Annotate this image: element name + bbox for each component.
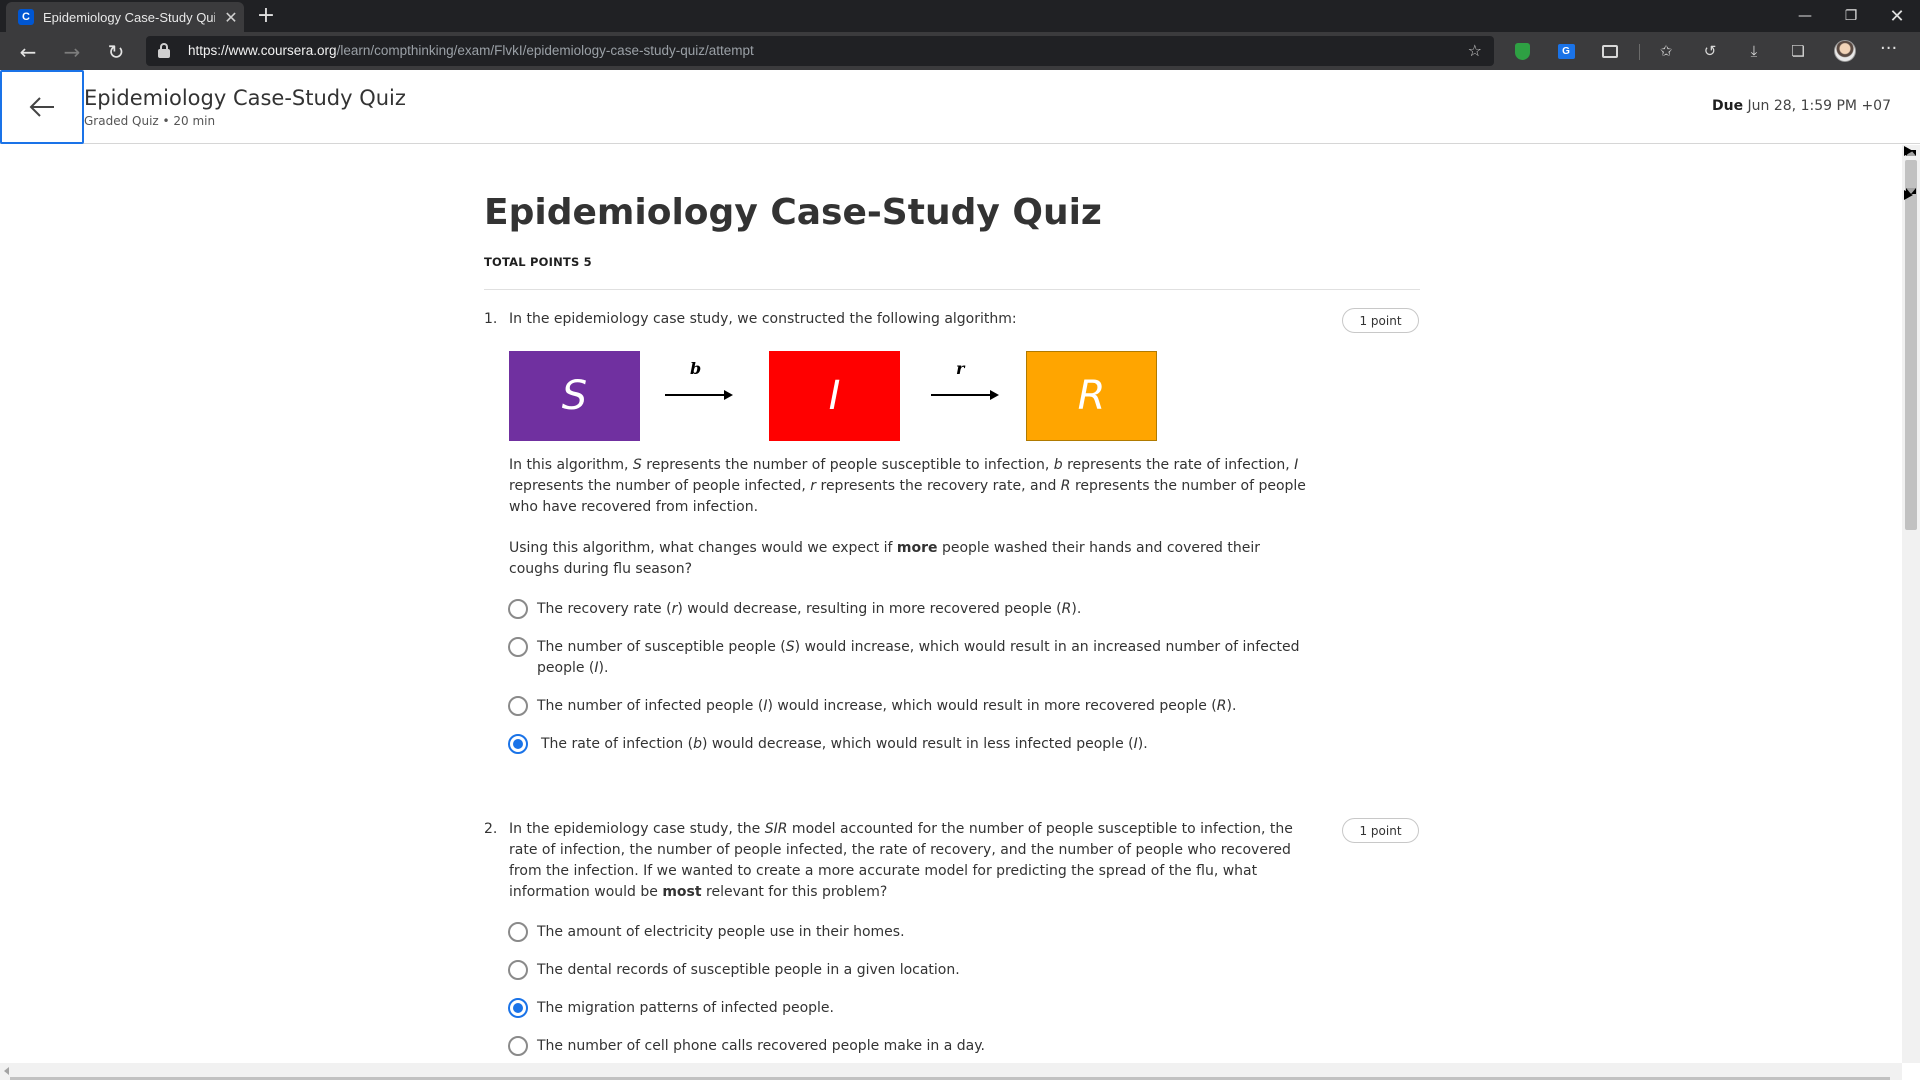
radio-button[interactable]: [508, 1036, 528, 1056]
question-2-prompt: In the epidemiology case study, the SIR …: [509, 821, 1293, 900]
arrow-right-icon: [931, 390, 999, 400]
option-label: The migration patterns of infected peopl…: [537, 1000, 834, 1016]
header-subtitle: Graded Quiz • 20 min: [84, 114, 216, 128]
history-icon[interactable]: ↺: [1700, 41, 1720, 61]
question-1-prompt: In the epidemiology case study, we const…: [509, 311, 1017, 327]
extension-icon[interactable]: [1600, 41, 1620, 61]
browser-tab-active[interactable]: C Epidemiology Case-Study Quiz | ✕: [6, 2, 244, 32]
new-tab-plus-icon[interactable]: +: [254, 4, 278, 28]
radio-button[interactable]: [508, 960, 528, 980]
arrow-label-r: r: [956, 359, 965, 378]
favorites-icon[interactable]: ✩: [1656, 41, 1676, 61]
vertical-scrollbar[interactable]: [1902, 145, 1920, 1063]
scroll-left-icon[interactable]: [4, 1067, 9, 1075]
sir-diagram: S b I r R: [509, 351, 1159, 441]
option-label: The number of susceptible people (S) wou…: [537, 639, 1300, 676]
address-bar[interactable]: https://www.coursera.org/learn/compthink…: [146, 36, 1494, 66]
radio-button-selected[interactable]: [508, 998, 528, 1018]
radio-button-selected[interactable]: [508, 734, 528, 754]
scroll-down-icon[interactable]: [1904, 188, 1916, 200]
question-1-points-badge: 1 point: [1342, 308, 1419, 333]
arrow-left-icon: [29, 97, 54, 117]
lock-icon[interactable]: [158, 43, 170, 59]
favorite-star-icon[interactable]: ☆: [1468, 41, 1482, 60]
scrollbar-thumb[interactable]: [1905, 160, 1917, 530]
radio-button[interactable]: [508, 637, 528, 657]
browser-toolbar: ← → ↻ https://www.coursera.org/learn/com…: [0, 32, 1920, 70]
back-icon[interactable]: ←: [14, 38, 42, 66]
arrow-label-b: b: [690, 359, 702, 378]
arrow-right-icon: [665, 390, 733, 400]
radio-button[interactable]: [508, 599, 528, 619]
quiz-title: Epidemiology Case-Study Quiz: [484, 192, 1102, 233]
scroll-up-icon[interactable]: [1904, 146, 1916, 156]
quiz-header: Epidemiology Case-Study Quiz Graded Quiz…: [0, 70, 1920, 144]
translate-extension-icon[interactable]: G: [1556, 41, 1576, 61]
question-2-number: 2.: [484, 821, 498, 837]
url-text[interactable]: https://www.coursera.org/learn/compthink…: [188, 43, 754, 58]
window-close-icon[interactable]: ✕: [1874, 0, 1920, 32]
coursera-favicon-icon: C: [18, 9, 34, 25]
radio-button[interactable]: [508, 922, 528, 942]
question-1-explanation: In this algorithm, S represents the numb…: [509, 457, 1306, 515]
sir-box-i: I: [769, 351, 900, 441]
download-icon[interactable]: ⤓: [1744, 41, 1764, 61]
collections-icon[interactable]: ❏: [1788, 41, 1808, 61]
total-points: TOTAL POINTS 5: [484, 255, 592, 269]
option-label: The rate of infection (b) would decrease…: [541, 736, 1148, 752]
option-label: The dental records of susceptible people…: [537, 962, 960, 978]
more-icon[interactable]: ···: [1880, 38, 1897, 59]
window-minimize-icon[interactable]: —: [1782, 0, 1828, 32]
question-1-number: 1.: [484, 311, 498, 327]
radio-button[interactable]: [508, 696, 528, 716]
due-date: Due Jun 28, 1:59 PM +07: [1712, 98, 1891, 114]
tab-title: Epidemiology Case-Study Quiz |: [43, 9, 215, 25]
tab-close-icon[interactable]: ✕: [223, 8, 239, 27]
browser-tab-bar: C Epidemiology Case-Study Quiz | ✕ + — ❐…: [0, 0, 1920, 32]
sir-box-s: S: [509, 351, 640, 441]
window-restore-icon[interactable]: ❐: [1828, 0, 1874, 32]
sir-box-r: R: [1026, 351, 1157, 441]
forward-icon[interactable]: →: [58, 38, 86, 66]
option-label: The number of infected people (I) would …: [537, 698, 1237, 714]
reload-icon[interactable]: ↻: [102, 38, 130, 66]
option-label: The amount of electricity people use in …: [537, 924, 905, 940]
question-1-question: Using this algorithm, what changes would…: [509, 540, 1261, 577]
profile-avatar[interactable]: [1834, 40, 1856, 62]
question-2-points-badge: 1 point: [1342, 818, 1419, 843]
option-label: The recovery rate (r) would decrease, re…: [537, 601, 1082, 617]
shield-extension-icon[interactable]: [1512, 41, 1532, 61]
horizontal-scrollbar[interactable]: [0, 1063, 1902, 1080]
header-title: Epidemiology Case-Study Quiz: [84, 86, 406, 110]
option-label: The number of cell phone calls recovered…: [537, 1038, 985, 1054]
toolbar-divider: [1639, 44, 1640, 60]
divider: [484, 289, 1420, 290]
back-button[interactable]: [0, 70, 84, 144]
